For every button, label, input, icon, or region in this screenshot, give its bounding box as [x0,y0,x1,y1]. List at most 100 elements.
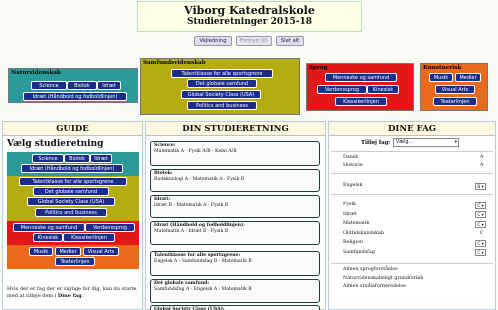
tilfoj-label: Tilføj fag: [361,140,391,146]
group-naturvidenskab: Naturvidenskab Science Biotek Idræt Idræ… [8,68,138,103]
fag-panel: DINE FAG Tilføj fag: Vælg... ▾ Dansk A Hist… [328,121,496,310]
card-subjects: Engelsk A - Samfundsfag B - Matematik B [154,259,252,264]
guide-choice-menneske-samfund[interactable]: Menneske og samfund [13,223,85,232]
studieretning-card[interactable]: Idræt: Idræt B - Matematik A - Fysik B [150,195,320,218]
guide-choice-det-globale-samfund[interactable]: Det globale samfund [33,187,109,196]
choice-idraet[interactable]: Idræt [97,81,121,90]
choice-teaterlinjen[interactable]: Teaterlinjen [433,97,477,106]
guide-button[interactable]: Vejledning [194,36,232,46]
studieretning-card[interactable]: Det globale samfund: Samfundsfag A - Enge… [150,279,320,303]
group-kunstnerisk: Kunstnerisk Musik Medier Visual Arts Tea… [420,63,488,111]
choice-musik[interactable]: Musik [429,73,453,82]
subject-name: Samfundsfag [343,249,375,255]
guide-choice-politics-business[interactable]: Politics and business [35,208,107,217]
group-title: Kunstnerisk [423,65,462,71]
guide-choice-teaterlinjen[interactable]: Teaterlinjen [55,257,95,266]
group-title: Naturvidenskab [11,70,61,76]
choice-idraet-handbold[interactable]: Idræt (Håndbold og fodboldlinjen) [23,92,127,101]
level-select[interactable]: C ▾ [475,220,486,228]
level-value: C [477,221,481,227]
group-title: Sprog [309,65,328,71]
choice-politics-business[interactable]: Politics and business [187,101,257,110]
level-select[interactable]: C ▾ [475,249,486,256]
level-value: C [477,212,481,217]
level-select[interactable]: C ▾ [475,211,486,218]
choice-global-society[interactable]: Global Society Class (USA) [181,90,261,99]
subject-level: A [480,155,484,160]
choice-biotek[interactable]: Biotek [67,81,97,90]
add-subject-select[interactable]: Vælg... ▾ [393,138,459,147]
subject-name: Almen studieforberedelse [343,284,406,289]
subject-level: C [480,230,484,236]
studieretning-card[interactable]: Global Society Class (USA): [150,305,320,310]
studieretning-card[interactable]: Biotek: Bioteknologi A - Matematik A - Fy… [150,169,320,192]
group-title: Samfundsvidenskab [143,60,206,66]
page-title: Viborg Katedralskole [184,4,315,17]
divider [331,263,493,264]
choice-talentklasse[interactable]: Talentklasse for alle sportsgrene [171,69,273,78]
subject-level: A [480,163,484,168]
choice-verdenssprog[interactable]: Verdenssprog [317,85,367,94]
divider [331,173,493,174]
level-select[interactable]: B ▾ [475,182,486,190]
choice-visual-arts[interactable]: Visual Arts [435,85,475,94]
guide-choice-musik[interactable]: Musik [29,247,53,256]
guide-choice-idraet[interactable]: Idræt [90,154,112,163]
studieretning-heading: DIN STUDIERETNING [146,122,325,136]
guide-choice-verdenssprog[interactable]: Verdenssprog [85,223,135,232]
choice-menneske-samfund[interactable]: Menneske og samfund [325,73,397,82]
level-select[interactable]: C ▾ [475,201,486,209]
guide-group-sprog: Menneske og samfund Verdenssprog Kinesis… [7,221,139,245]
subject-name: Oldtidskundskab [343,230,384,236]
guide-choice-biotek[interactable]: Biotek [64,154,90,163]
choice-kinesisk[interactable]: Kinesisk [367,85,399,94]
choice-det-globale-samfund[interactable]: Det globale samfund [187,79,257,88]
level-value: C [477,240,481,246]
guide-choice-kinesisk[interactable]: Kinesisk [33,233,63,242]
subject-name: Dansk [343,155,359,160]
card-subjects: Bioteknologi A - Matematik A - Fysik B [154,177,245,182]
choice-klassikerlinjen[interactable]: Klassikerlinjen [335,97,387,106]
divider [331,194,493,195]
guide-choice-global-society[interactable]: Global Society Class (USA) [27,197,115,206]
card-subjects: Samfundsfag A - Engelsk A - Matematik B [154,287,252,292]
studieretning-card[interactable]: Talentklasse for alle sportsgrene: Engels… [150,251,320,276]
page-header: Viborg Katedralskole Studieretninger 201… [137,1,362,32]
chevron-down-icon: ▾ [454,140,457,145]
subject-name: Matematik [343,221,370,226]
guide-group-list: Science Biotek Idræt Idræt (Håndbold og … [7,152,139,269]
subject-name: Engelsk [343,183,363,188]
choice-science[interactable]: Science [31,81,67,90]
fag-heading: DINE FAG [329,122,495,136]
card-subjects: Idræt B - Matematik A - Fysik B [154,203,229,208]
guide-choice-visual-arts[interactable]: Visual Arts [83,247,119,256]
card-subjects: Matematik A - Idræt B - Fysik B [154,229,229,234]
guide-group-kunstnerisk: Musik Medier Visual Arts Teaterlinjen [7,245,139,269]
clear-all-button[interactable]: Slet alt [276,36,304,46]
subject-name: Idræt [343,211,357,217]
undo-button[interactable]: Fortryd (0) [236,36,272,46]
guide-group-naturvidenskab: Science Biotek Idræt Idræt (Håndbold og … [7,152,139,176]
guide-heading: GUIDE [3,122,142,136]
subject-name: Religion [343,240,364,245]
studieretning-card[interactable]: Science: Matematik A - Fysik A/B - Kemi A… [150,141,320,166]
subject-name: Historie [343,163,363,168]
guide-choice-talentklasse[interactable]: Talentklasse for alle sportsgrene [19,177,127,186]
guide-footer-text: Hvis der er fag der er vigtige for dig, … [7,286,137,299]
card-subjects: Matematik A - Fysik A/B - Kemi A/B [154,149,237,154]
group-samfundsvidenskab: Samfundsvidenskab Talentklasse for alle … [140,58,300,115]
guide-choice-science[interactable]: Science [32,154,64,163]
guide-choice-klassikerlinjen[interactable]: Klassikerlinjen [63,233,115,242]
guide-choice-medier[interactable]: Medier [55,247,81,256]
choice-medier[interactable]: Medier [455,73,481,82]
subject-name: Almen sprogforståelse [343,267,398,272]
page-subtitle: Studieretninger 2015-18 [187,17,312,27]
studieretning-card[interactable]: Idræt (Håndbold og fodboldlinjen): Matema… [150,221,320,245]
guide-group-samfundsvidenskab: Talentklasse for alle sportsgrene Det gl… [7,176,139,221]
group-sprog: Sprog Menneske og samfund Verdenssprog K… [306,63,414,111]
subject-name: Fysik [343,202,356,207]
level-select[interactable]: C ▾ [475,239,486,247]
guide-title: Vælg studieretning [7,139,104,149]
guide-choice-idraet-handbold[interactable]: Idræt (Håndbold og fodboldlinjen) [21,164,123,173]
level-value: B [477,183,481,189]
